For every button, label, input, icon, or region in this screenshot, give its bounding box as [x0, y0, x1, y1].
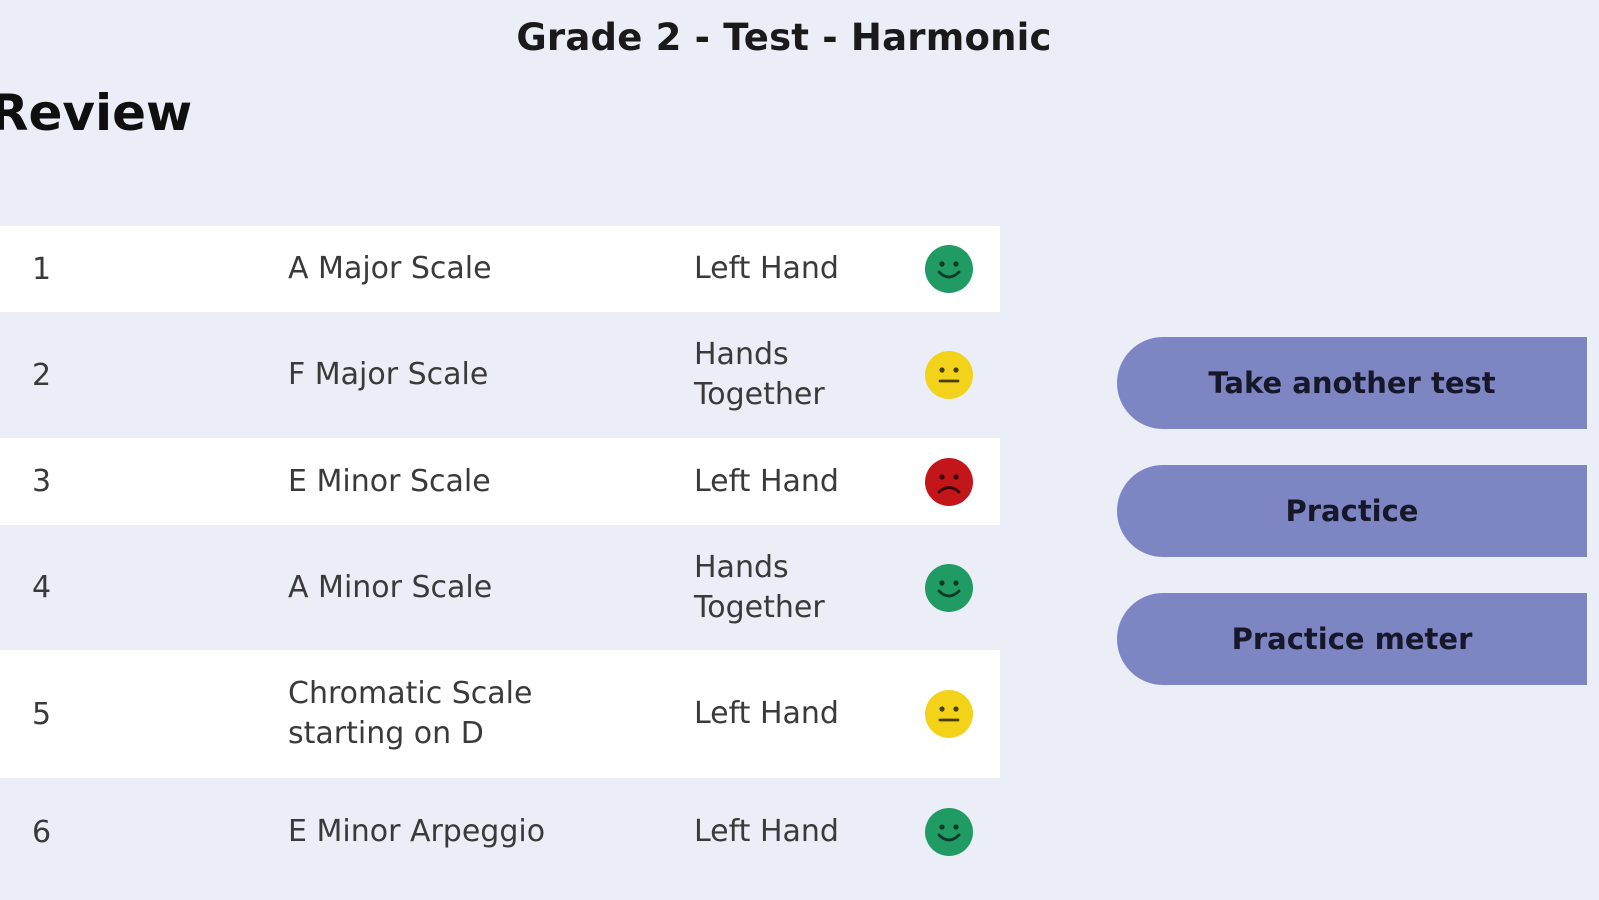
table-row: 5 Chromatic Scale starting on D Left Han…	[0, 650, 1000, 778]
exercise-name-line: A Minor Scale	[288, 569, 493, 605]
take-another-test-button[interactable]: Take another test	[1117, 337, 1587, 429]
hand-label: Hands Together	[694, 335, 894, 415]
exercise-name: A Major Scale	[288, 249, 648, 289]
page-title: Grade 2 - Test - Harmonic	[516, 16, 1052, 59]
practice-meter-button[interactable]: Practice meter	[1117, 593, 1587, 685]
row-number: 1	[32, 251, 52, 287]
exercise-name: E Minor Scale	[288, 462, 648, 502]
table-row: 1 A Major Scale Left Hand	[0, 226, 1000, 312]
practice-meter-label: Practice meter	[1231, 622, 1473, 656]
happy-face-icon	[924, 244, 974, 294]
row-number: 5	[32, 696, 52, 732]
table-row: 3 E Minor Scale Left Hand	[0, 438, 1000, 525]
hand-label: Left Hand	[694, 694, 894, 734]
exercise-name-line: F Major Scale	[288, 357, 489, 392]
row-number: 4	[32, 570, 52, 605]
exercise-name-line: E Minor Arpeggio	[288, 814, 546, 849]
hand-label-line: Left Hand	[694, 251, 839, 286]
exercise-name: A Minor Scale	[288, 568, 648, 608]
practice-label: Practice	[1285, 494, 1419, 528]
neutral-face-icon	[924, 689, 974, 739]
hand-label: Left Hand	[694, 812, 894, 852]
exercise-name-line: starting on D	[288, 716, 484, 751]
neutral-face-icon	[924, 350, 974, 400]
table-row: 2 F Major Scale Hands Together	[0, 312, 1000, 438]
hand-label-line: Together	[694, 589, 825, 625]
practice-button[interactable]: Practice	[1117, 465, 1587, 557]
hand-label-line: Hands	[694, 337, 789, 372]
hand-label-line: Left Hand	[694, 463, 839, 499]
exercise-name: Chromatic Scale starting on D	[288, 674, 648, 754]
table-row: 4 A Minor Scale Hands Together	[0, 525, 1000, 650]
happy-face-icon	[924, 807, 974, 857]
hand-label: Hands Together	[694, 548, 894, 628]
row-number: 6	[32, 814, 52, 850]
hand-label-line: Left Hand	[694, 814, 839, 849]
results-table: 1 A Major Scale Left Hand 2 F Major Scal…	[0, 226, 1000, 886]
take-another-test-label: Take another test	[1208, 366, 1496, 400]
hand-label-line: Left Hand	[694, 696, 839, 731]
happy-face-icon	[924, 563, 974, 613]
exercise-name-line: Chromatic Scale	[288, 676, 533, 711]
row-number: 2	[32, 357, 52, 393]
row-number: 3	[32, 464, 52, 499]
review-heading: Review	[0, 84, 193, 142]
exercise-name: F Major Scale	[288, 355, 648, 395]
action-buttons: Take another test Practice Practice mete…	[1117, 337, 1599, 721]
hand-label-line: Hands	[694, 549, 789, 585]
sad-face-icon	[924, 457, 974, 507]
hand-label: Left Hand	[694, 249, 894, 289]
hand-label: Left Hand	[694, 462, 894, 502]
exercise-name: E Minor Arpeggio	[288, 812, 648, 852]
exercise-name-line: A Major Scale	[288, 251, 492, 286]
hand-label-line: Together	[694, 377, 825, 412]
exercise-name-line: E Minor Scale	[288, 463, 491, 499]
table-row: 6 E Minor Arpeggio Left Hand	[0, 778, 1000, 886]
